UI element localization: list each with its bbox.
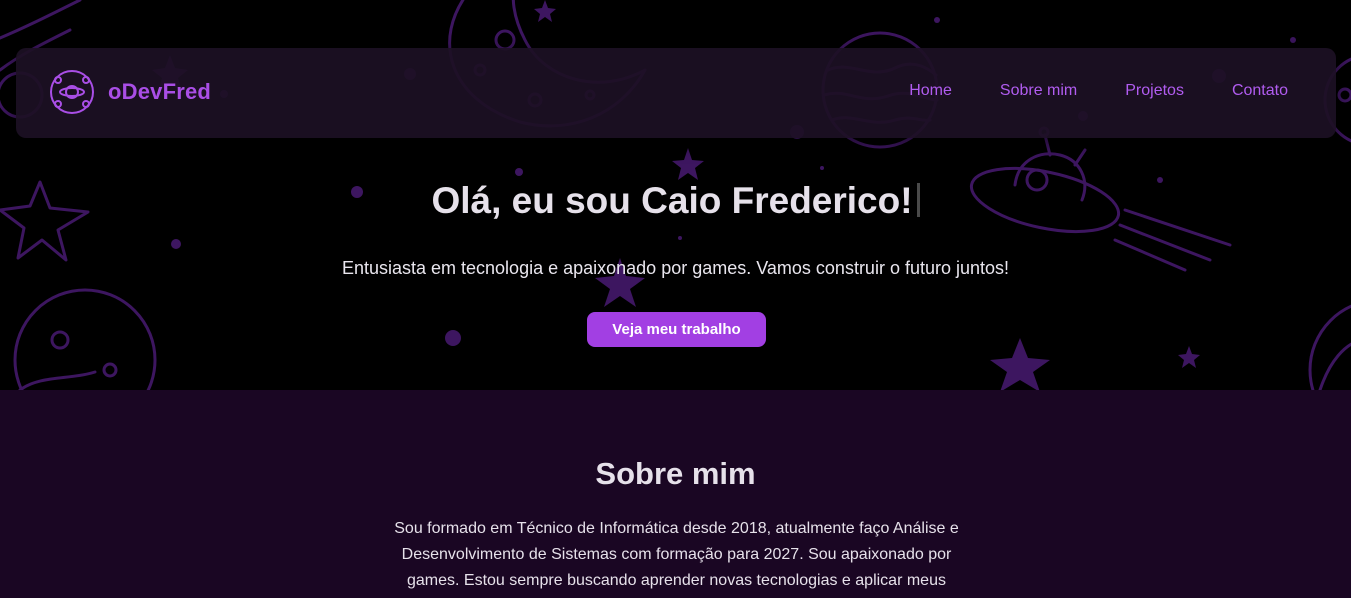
hero-title-text: Olá, eu sou Caio Frederico! — [431, 180, 913, 221]
about-text: Sou formado em Técnico de Informática de… — [394, 520, 959, 589]
planet-orbit-icon — [50, 70, 94, 114]
star-icon — [672, 148, 704, 180]
typing-caret — [916, 183, 920, 217]
nav-links: Home Sobre mim Projetos Contato — [909, 82, 1288, 100]
nav-link-home[interactable]: Home — [909, 82, 952, 100]
navbar: oDevFred Home Sobre mim Projetos Contato — [16, 48, 1336, 138]
about-title: Sobre mim — [595, 456, 756, 491]
planet-icon — [13, 288, 157, 390]
hero-section: oDevFred Home Sobre mim Projetos Contato… — [0, 0, 1351, 390]
star-icon — [1178, 346, 1200, 368]
nav-link-contato[interactable]: Contato — [1232, 82, 1288, 100]
star-icon — [534, 0, 556, 22]
brand-name: oDevFred — [108, 79, 212, 104]
view-work-button[interactable]: Veja meu trabalho — [587, 312, 766, 347]
hero-subtitle: Entusiasta em tecnologia e apaixonado po… — [341, 258, 1010, 278]
nav-link-projetos[interactable]: Projetos — [1125, 82, 1184, 100]
hero-title: Olá, eu sou Caio Frederico! — [0, 180, 1351, 222]
brand-link[interactable]: oDevFred — [48, 68, 211, 116]
nav-link-sobre-mim[interactable]: Sobre mim — [1000, 82, 1077, 100]
about-section: Sobre mim Sou formado em Técnico de Info… — [0, 390, 1351, 598]
star-icon — [990, 338, 1050, 390]
